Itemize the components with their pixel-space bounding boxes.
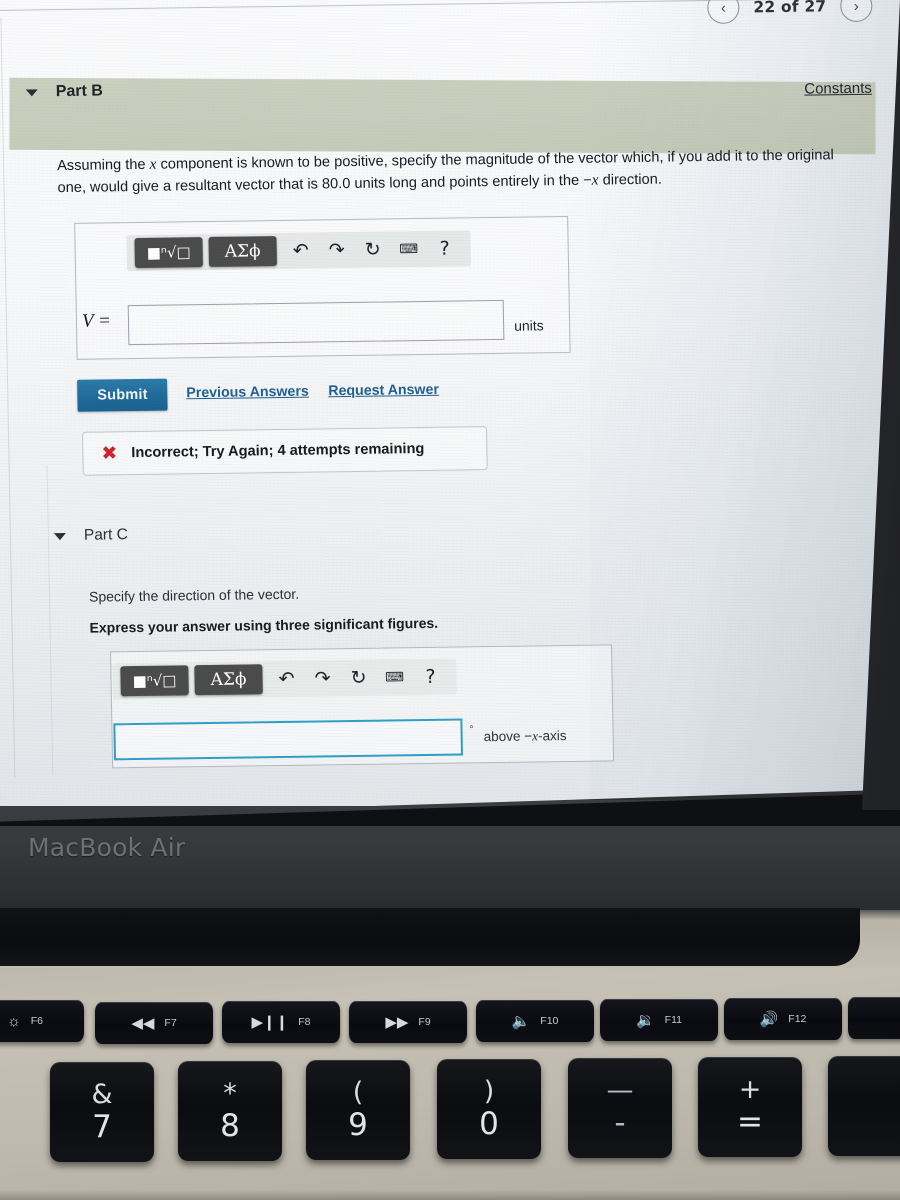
chevron-left-icon: ‹ bbox=[720, 0, 727, 17]
part-c-math-toolbar: ■ⁿ√□ ΑΣϕ ↶ ↷ ↻ ⌨ ? bbox=[112, 658, 457, 700]
part-c-prompt: Specify the direction of the vector. bbox=[88, 585, 300, 605]
key-upper-label: * bbox=[223, 1078, 237, 1109]
question-text-pre: Assuming the bbox=[56, 156, 150, 175]
part-c-unit-label: above −x-axis bbox=[484, 728, 567, 745]
part-b-math-toolbar: ■ⁿ√□ ΑΣϕ ↶ ↷ ↻ ⌨ ? bbox=[126, 230, 472, 272]
key-lower-label: = bbox=[737, 1104, 763, 1140]
reset-circular-arrow-icon[interactable]: ↻ bbox=[354, 234, 391, 264]
function-key-f11[interactable]: 🔉 F11 bbox=[600, 999, 718, 1041]
part-b-units-label: units bbox=[513, 317, 544, 334]
math-template-button[interactable]: ■ⁿ√□ bbox=[120, 665, 189, 697]
previous-answers-link[interactable]: Previous Answers bbox=[186, 384, 309, 402]
greek-symbols-button[interactable]: ΑΣϕ bbox=[194, 664, 263, 696]
play-pause-icon: ▶❙❙ bbox=[251, 1013, 289, 1031]
key-upper-label: ) bbox=[483, 1076, 495, 1107]
redo-arrow-icon[interactable]: ↷ bbox=[304, 663, 341, 693]
unit-label-post: -axis bbox=[537, 728, 567, 744]
degree-symbol: ° bbox=[469, 724, 474, 736]
key-0[interactable]: ) 0 bbox=[437, 1059, 541, 1159]
function-key-f9[interactable]: ▶▶ F9 bbox=[349, 1001, 467, 1043]
function-key-label: F9 bbox=[418, 1016, 431, 1028]
fast-forward-icon: ▶▶ bbox=[385, 1013, 409, 1031]
function-key-f6[interactable]: ☼ F6 bbox=[0, 1000, 84, 1042]
keyboard-icon[interactable]: ⌨ bbox=[376, 662, 413, 692]
laptop-screen: ‹ 22 of 27 › Part B Constants Assuming t… bbox=[0, 0, 900, 818]
key-equals[interactable]: + = bbox=[698, 1057, 802, 1157]
greek-symbols-button[interactable]: ΑΣϕ bbox=[208, 236, 277, 267]
part-c-answer-input[interactable] bbox=[113, 718, 463, 761]
unit-label-pre: above − bbox=[483, 728, 533, 745]
question-text-post: direction. bbox=[598, 171, 663, 189]
undo-arrow-icon[interactable]: ↶ bbox=[282, 235, 319, 265]
function-key-f12[interactable]: 🔊 F12 bbox=[724, 998, 842, 1040]
collapse-caret-icon[interactable] bbox=[53, 532, 66, 540]
chevron-right-icon: › bbox=[853, 0, 859, 15]
key-8[interactable]: * 8 bbox=[178, 1061, 282, 1161]
math-template-button[interactable]: ■ⁿ√□ bbox=[134, 237, 204, 268]
key-upper-label: & bbox=[91, 1079, 113, 1110]
pagination-control: ‹ 22 of 27 › bbox=[707, 0, 873, 24]
key-lower-label: 8 bbox=[220, 1108, 240, 1144]
key-upper-label: ( bbox=[352, 1077, 364, 1108]
collapse-caret-icon[interactable] bbox=[25, 88, 38, 97]
request-answer-link[interactable]: Request Answer bbox=[328, 382, 439, 400]
reset-circular-arrow-icon[interactable]: ↻ bbox=[340, 663, 377, 693]
key-minus[interactable]: — - bbox=[568, 1058, 672, 1158]
key-lower-label: - bbox=[614, 1105, 626, 1141]
part-b-answer-input[interactable] bbox=[127, 299, 505, 346]
key-delete[interactable] bbox=[828, 1056, 900, 1156]
function-key-label: F7 bbox=[164, 1017, 177, 1029]
key-upper-label: + bbox=[738, 1074, 762, 1105]
mastering-physics-page: ‹ 22 of 27 › Part B Constants Assuming t… bbox=[0, 0, 900, 796]
function-key-label: F8 bbox=[298, 1016, 311, 1028]
function-key-f7[interactable]: ◀◀ F7 bbox=[95, 1002, 213, 1044]
help-question-icon[interactable]: ? bbox=[426, 233, 463, 263]
part-b-variable-label: V = bbox=[81, 310, 112, 332]
key-upper-label: — bbox=[606, 1075, 634, 1106]
constants-link[interactable]: Constants bbox=[804, 80, 872, 98]
keyboard-icon[interactable]: ⌨ bbox=[390, 234, 427, 264]
part-c-title: Part C bbox=[83, 526, 128, 544]
part-c-instruction: Express your answer using three signific… bbox=[89, 614, 439, 636]
part-b-title: Part B bbox=[55, 82, 104, 101]
key-lower-label: 0 bbox=[479, 1106, 499, 1142]
part-b-header-band bbox=[9, 77, 876, 155]
key-9[interactable]: ( 9 bbox=[306, 1060, 410, 1160]
red-x-icon: ✖ bbox=[101, 441, 118, 464]
question-text-mid: component is known to be positive, speci… bbox=[57, 147, 834, 197]
submit-button[interactable]: Submit bbox=[77, 378, 168, 412]
function-key-label: F10 bbox=[540, 1015, 559, 1027]
keyboard-row-shadow bbox=[0, 1190, 900, 1200]
key-lower-label: 9 bbox=[348, 1107, 368, 1143]
key-7[interactable]: & 7 bbox=[50, 1062, 154, 1162]
part-c-header[interactable]: Part C bbox=[53, 526, 128, 545]
next-item-button[interactable]: › bbox=[840, 0, 873, 23]
part-b-header[interactable]: Part B bbox=[25, 82, 104, 101]
help-question-icon[interactable]: ? bbox=[412, 662, 449, 692]
function-key-f10[interactable]: 🔈 F10 bbox=[476, 1000, 594, 1042]
screenshot-root: MacBook Air ☼ F6 ◀◀ F7 ▶❙❙ F8 ▶▶ F9 🔈 F1… bbox=[0, 0, 900, 1200]
incorrect-feedback-banner: ✖ Incorrect; Try Again; 4 attempts remai… bbox=[82, 426, 488, 476]
macbook-air-brand: MacBook Air bbox=[28, 833, 186, 862]
mute-icon: 🔈 bbox=[511, 1012, 531, 1030]
page-counter-label: 22 of 27 bbox=[753, 0, 827, 17]
function-key-f8[interactable]: ▶❙❙ F8 bbox=[222, 1001, 340, 1043]
left-rule-secondary bbox=[46, 465, 54, 776]
undo-arrow-icon[interactable]: ↶ bbox=[268, 664, 305, 694]
function-key-label: F6 bbox=[30, 1015, 43, 1027]
feedback-message: Incorrect; Try Again; 4 attempts remaini… bbox=[131, 440, 425, 462]
previous-item-button[interactable]: ‹ bbox=[707, 0, 740, 24]
key-lower-label: 7 bbox=[92, 1109, 112, 1145]
rewind-icon: ◀◀ bbox=[131, 1014, 155, 1032]
function-key-label: F12 bbox=[788, 1013, 807, 1025]
volume-down-icon: 🔉 bbox=[635, 1011, 655, 1029]
laptop-hinge bbox=[0, 908, 900, 970]
volume-up-icon: 🔊 bbox=[759, 1010, 779, 1028]
redo-arrow-icon[interactable]: ↷ bbox=[318, 235, 355, 265]
function-key-label: F11 bbox=[664, 1014, 682, 1026]
keyboard-backlight-icon: ☼ bbox=[6, 1012, 21, 1030]
power-button[interactable]: ⏻ bbox=[848, 997, 900, 1039]
part-b-question: Assuming the x component is known to be … bbox=[57, 144, 848, 199]
